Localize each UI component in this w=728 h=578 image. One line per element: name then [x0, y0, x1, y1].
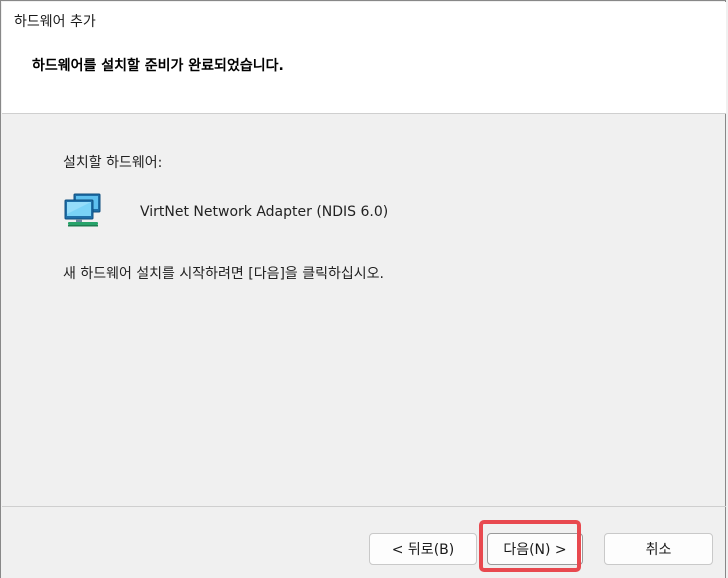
window-title: 하드웨어 추가 — [14, 14, 96, 30]
add-hardware-dialog: 하드웨어 추가 하드웨어를 설치할 준비가 완료되었습니다. 설치할 하드웨어:… — [0, 0, 726, 578]
network-adapter-icon — [64, 192, 104, 228]
footer-divider — [2, 506, 726, 507]
back-button[interactable]: < 뒤로(B) — [369, 533, 477, 565]
page-heading: 하드웨어를 설치할 준비가 완료되었습니다. — [32, 58, 284, 74]
next-button[interactable]: 다음(N) > — [487, 533, 583, 565]
wizard-header: 하드웨어 추가 하드웨어를 설치할 준비가 완료되었습니다. — [2, 2, 726, 114]
instruction-text: 새 하드웨어 설치를 시작하려면 [다음]을 클릭하십시오. — [63, 266, 384, 282]
wizard-body: 설치할 하드웨어: VirtNet Network Adapter (NDIS … — [2, 114, 726, 506]
install-hardware-label: 설치할 하드웨어: — [63, 155, 163, 171]
device-name: VirtNet Network Adapter (NDIS 6.0) — [140, 204, 389, 220]
cancel-button[interactable]: 취소 — [604, 533, 713, 565]
